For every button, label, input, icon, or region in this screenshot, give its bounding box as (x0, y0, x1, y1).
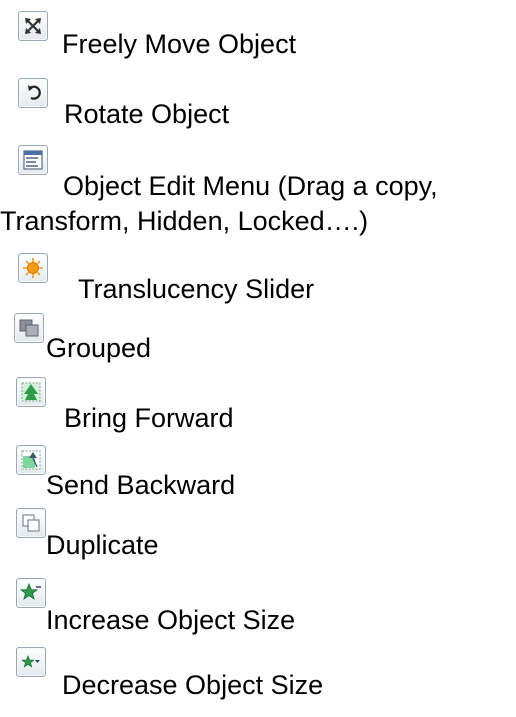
bring-forward-icon (16, 377, 46, 407)
label-translucency: Translucency Slider (78, 274, 315, 304)
decrease-size-star-icon (16, 647, 46, 677)
increase-size-star-icon (16, 578, 46, 608)
grouped-icon (14, 313, 44, 343)
label-decrease-size: Decrease Object Size (62, 670, 324, 700)
icon-legend-list: Freely Move Object Rotate Object Object … (0, 0, 516, 717)
edit-menu-icon (18, 145, 48, 175)
label-grouped: Grouped (46, 333, 152, 363)
label-increase-size: Increase Object Size (46, 605, 296, 635)
label-edit-menu-line1: Object Edit Menu (Drag a copy, (63, 171, 438, 201)
rotate-icon (18, 78, 48, 108)
duplicate-icon (16, 508, 46, 538)
send-backward-icon (16, 445, 46, 475)
label-send-backward: Send Backward (46, 470, 236, 500)
label-bring-forward: Bring Forward (64, 403, 234, 433)
label-rotate: Rotate Object (64, 99, 230, 129)
label-freely-move: Freely Move Object (62, 29, 297, 59)
move-arrows-icon (18, 11, 48, 41)
label-edit-menu-line2: Transform, Hidden, Locked….) (0, 206, 369, 236)
label-duplicate: Duplicate (46, 530, 159, 560)
translucency-sun-icon (18, 253, 48, 283)
